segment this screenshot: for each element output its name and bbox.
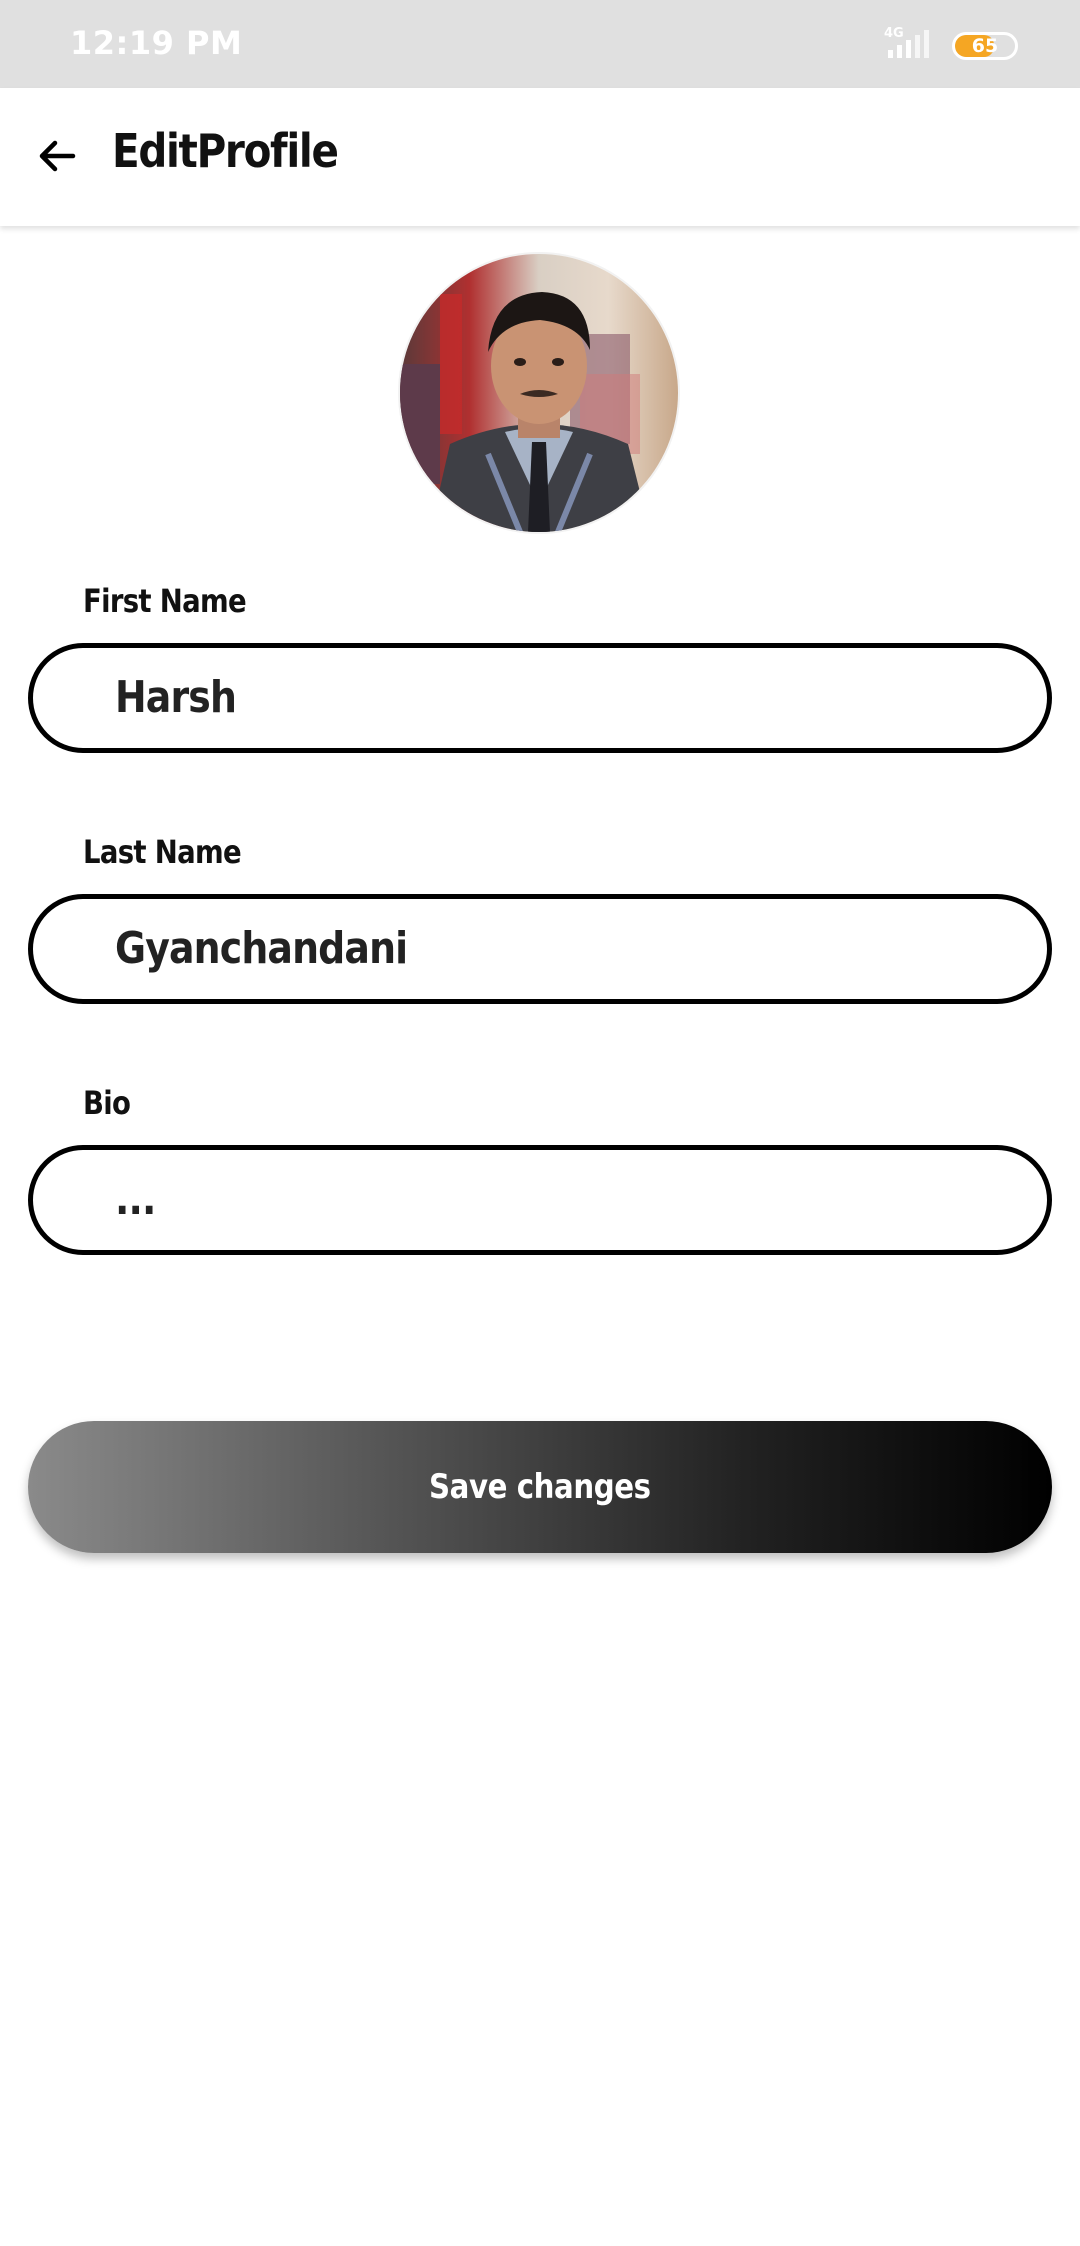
arrow-left-icon bbox=[39, 140, 76, 172]
battery-percent: 65 bbox=[971, 35, 999, 57]
profile-photo bbox=[400, 254, 678, 532]
status-time: 12:19 PM bbox=[70, 24, 243, 62]
first-name-field[interactable]: Harsh bbox=[28, 643, 1052, 753]
last-name-value: Gyanchandani bbox=[115, 923, 408, 974]
last-name-field[interactable]: Gyanchandani bbox=[28, 894, 1052, 1004]
avatar[interactable] bbox=[400, 254, 678, 532]
bio-value: ... bbox=[115, 1174, 156, 1225]
bio-label: Bio bbox=[83, 1084, 131, 1122]
app-bar: EditProfile bbox=[0, 88, 1080, 226]
save-changes-label: Save changes bbox=[429, 1467, 651, 1507]
status-bar: 12:19 PM 4G 65 bbox=[0, 0, 1080, 88]
signal-icon: 4G bbox=[884, 26, 940, 62]
page-title: EditProfile bbox=[112, 124, 339, 178]
first-name-value: Harsh bbox=[115, 672, 237, 723]
last-name-label: Last Name bbox=[83, 833, 242, 871]
bio-field[interactable]: ... bbox=[28, 1145, 1052, 1255]
save-changes-button[interactable]: Save changes bbox=[28, 1421, 1052, 1553]
back-button[interactable] bbox=[22, 121, 92, 191]
battery-icon: 65 bbox=[952, 32, 1018, 60]
first-name-label: First Name bbox=[83, 582, 247, 620]
